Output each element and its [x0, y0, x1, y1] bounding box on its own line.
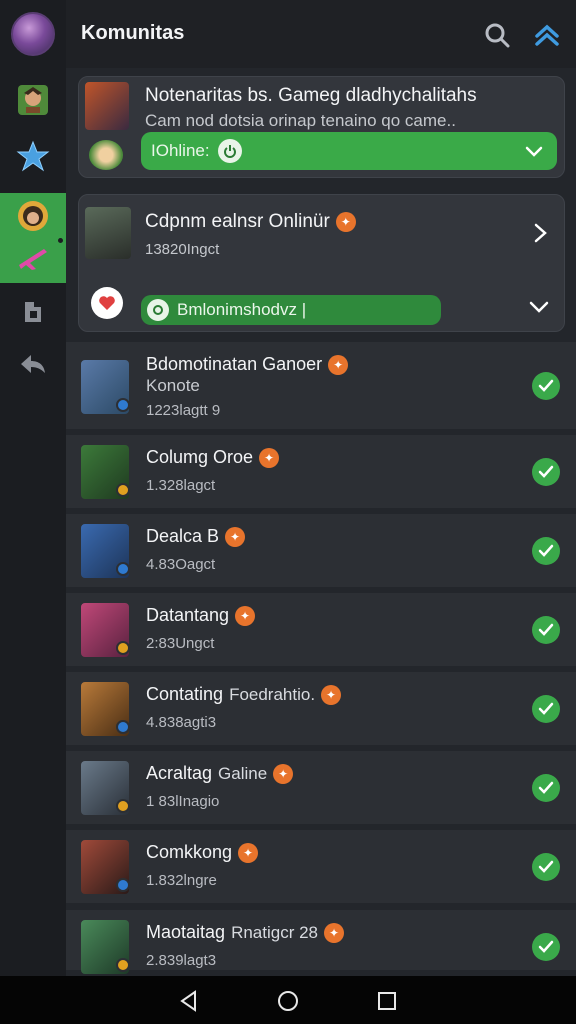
- game-title-text: Comkkong: [146, 842, 233, 862]
- featured-subtitle: Cam nod dotsia orinap tenaino qo came..: [145, 111, 456, 130]
- left-rail: [0, 0, 66, 976]
- game-title: Dealca B ✦: [146, 526, 246, 548]
- pink-jet-icon[interactable]: [13, 238, 53, 278]
- list-item[interactable]: Dealca B ✦ 4.83Oagct: [66, 514, 576, 593]
- featured-thumbnail: [85, 82, 129, 130]
- bookmark-icon[interactable]: [13, 292, 53, 332]
- star-community-icon[interactable]: [13, 136, 53, 176]
- game-title: Comkkong ✦: [146, 842, 259, 864]
- game-meta: 2:83Ungct: [146, 635, 215, 652]
- game-title: Contating Foedrahtio. ✦: [146, 684, 342, 706]
- online-status-label: IOhline:: [151, 141, 210, 160]
- featured-card[interactable]: Notenaritas bs. Gameg dladhychalitahs Ca…: [78, 76, 565, 178]
- featured-title: Notenaritas bs. Gameg dladhychalitahs: [145, 85, 477, 106]
- check-icon[interactable]: [532, 616, 560, 644]
- power-icon: [217, 139, 242, 163]
- chevron-up-icon[interactable]: [534, 22, 560, 53]
- game-title-text: Dealca B: [146, 526, 220, 546]
- online-status-pill[interactable]: IOhline:: [141, 132, 557, 170]
- platform-badge-icon: [116, 799, 130, 813]
- platform-badge-icon: [116, 562, 130, 576]
- fire-badge-icon: ✦: [273, 764, 294, 785]
- game-title: Columg Oroe ✦: [146, 447, 280, 469]
- check-icon[interactable]: [532, 537, 560, 565]
- fire-badge-icon: ✦: [235, 606, 256, 627]
- fire-badge-icon: ✦: [225, 527, 246, 548]
- online-card-title-text: Cdpnm ealnsr Onlinür: [145, 211, 330, 232]
- game-extra-label: Rnatigcr 28: [231, 923, 318, 942]
- platform-badge-icon: [116, 483, 130, 497]
- check-icon[interactable]: [532, 372, 560, 400]
- status-input-pill[interactable]: Bmlonimshodvz |: [141, 295, 441, 325]
- platform-badge-icon: [116, 398, 130, 412]
- user-avatar-small: [89, 140, 123, 170]
- recents-icon[interactable]: [376, 990, 398, 1012]
- game-meta: 1.328lagct: [146, 477, 216, 494]
- game-meta: 1223lagtt 9: [146, 402, 221, 419]
- list-item[interactable]: Maotaitag Rnatigcr 28 ✦ 2.839lagt3: [66, 910, 576, 976]
- user-avatar[interactable]: [11, 12, 55, 56]
- check-icon[interactable]: [532, 933, 560, 961]
- fire-badge-icon: ✦: [328, 355, 349, 376]
- online-card[interactable]: Cdpnm ealnsr Onlinür ✦ 13820Ingct Bmlonim…: [78, 194, 565, 332]
- platform-badge-icon: [116, 720, 130, 734]
- chat-bubble-icon: [147, 299, 169, 321]
- fire-badge-icon: ✦: [324, 923, 344, 944]
- game-title-text: Columg Oroe: [146, 447, 254, 467]
- chevron-right-icon[interactable]: [531, 223, 549, 248]
- check-icon[interactable]: [532, 774, 560, 802]
- platform-badge-icon: [116, 958, 130, 972]
- game-subtitle: Konote: [146, 376, 200, 395]
- community-hero-icon[interactable]: [13, 80, 53, 120]
- back-icon[interactable]: [178, 990, 200, 1012]
- fire-badge-icon: ✦: [259, 448, 280, 469]
- active-community-icon[interactable]: [13, 196, 53, 236]
- check-icon[interactable]: [532, 458, 560, 486]
- home-icon[interactable]: [277, 990, 299, 1012]
- game-title-text: Maotaitag: [146, 922, 226, 942]
- list-item[interactable]: Columg Oroe ✦ 1.328lagct: [66, 435, 576, 514]
- game-meta: 1.832lngre: [146, 872, 217, 889]
- online-card-title: Cdpnm ealnsr Onlinür ✦: [145, 211, 356, 233]
- list-item[interactable]: Acraltag Galine ✦ 1 83lInagio: [66, 751, 576, 830]
- chevron-down-icon[interactable]: [525, 142, 543, 165]
- game-extra-label: Foedrahtio.: [229, 685, 316, 704]
- game-extra-label: Galine: [218, 764, 268, 783]
- share-icon[interactable]: [13, 344, 53, 384]
- online-card-meta: 13820Ingct: [145, 241, 220, 258]
- fire-badge-icon: ✦: [335, 211, 356, 232]
- game-meta: 1 83lInagio: [146, 793, 220, 810]
- game-title-text: Bdomotinatan Ganoer: [146, 354, 323, 374]
- game-title: Datantang ✦: [146, 605, 256, 627]
- page-title: Komunitas: [81, 22, 185, 44]
- fire-badge-icon: ✦: [321, 685, 342, 706]
- list-item[interactable]: Comkkong ✦ 1.832lngre: [66, 830, 576, 909]
- game-title-text: Contating: [146, 684, 224, 704]
- top-bar: Komunitas: [66, 0, 576, 68]
- rail-indicator-dot: [56, 236, 65, 245]
- game-title: Bdomotinatan Ganoer ✦: [146, 354, 349, 376]
- heart-icon[interactable]: [91, 287, 123, 319]
- status-input-label: Bmlonimshodvz |: [177, 300, 307, 319]
- check-icon[interactable]: [532, 853, 560, 881]
- platform-badge-icon: [116, 641, 130, 655]
- list-item[interactable]: Datantang ✦ 2:83Ungct: [66, 593, 576, 672]
- game-meta: 4.838agti3: [146, 714, 217, 731]
- chevron-down-icon[interactable]: [529, 299, 549, 320]
- list-item[interactable]: Bdomotinatan Ganoer ✦ Konote 1223lagtt 9: [66, 342, 576, 435]
- system-nav-bar: [0, 976, 576, 1024]
- check-icon[interactable]: [532, 695, 560, 723]
- game-title-text: Acraltag: [146, 763, 213, 783]
- game-title: Maotaitag Rnatigcr 28 ✦: [146, 922, 344, 944]
- game-title: Acraltag Galine ✦: [146, 763, 294, 785]
- online-thumbnail: [85, 207, 131, 259]
- game-meta: 4.83Oagct: [146, 556, 216, 573]
- list-item[interactable]: Contating Foedrahtio. ✦ 4.838agti3: [66, 672, 576, 751]
- platform-badge-icon: [116, 878, 130, 892]
- search-icon[interactable]: [484, 22, 510, 53]
- game-title-text: Datantang: [146, 605, 230, 625]
- fire-badge-icon: ✦: [238, 843, 259, 864]
- game-meta: 2.839lagt3: [146, 952, 217, 969]
